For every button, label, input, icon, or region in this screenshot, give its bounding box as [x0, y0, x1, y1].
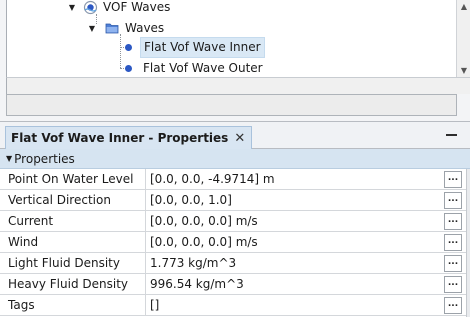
dot-icon	[125, 43, 132, 51]
property-value[interactable]: [0.0, 0.0, 0.0] m/s	[150, 211, 258, 231]
ellipsis-button[interactable]: ...	[444, 171, 462, 188]
scroll-up-arrow-icon[interactable]: ▲	[457, 0, 470, 12]
properties-group-header[interactable]: ▼ Properties	[0, 149, 470, 169]
property-name: Vertical Direction	[8, 193, 111, 207]
expand-triangle-icon[interactable]: ▼	[87, 23, 97, 33]
ellipsis-button[interactable]: ...	[444, 192, 462, 209]
tree-vertical-scrollbar[interactable]: ▲ ▼	[456, 0, 470, 77]
property-value[interactable]: [0.0, 0.0, 0.0] m/s	[150, 232, 258, 252]
property-name: Point On Water Level	[8, 172, 134, 186]
column-divider	[145, 253, 146, 273]
column-divider	[145, 295, 146, 315]
column-divider	[145, 190, 146, 210]
property-value[interactable]: 1.773 kg/m^3	[150, 253, 236, 273]
property-row-tags[interactable]: Tags [] ...	[0, 295, 470, 316]
property-value[interactable]: 996.54 kg/m^3	[150, 274, 244, 294]
property-row-point-on-water-level[interactable]: Point On Water Level [0.0, 0.0, -4.9714]…	[0, 169, 470, 190]
properties-tab-strip: Flat Vof Wave Inner - Properties ✕	[0, 122, 470, 149]
property-name: Light Fluid Density	[8, 256, 120, 270]
column-divider	[145, 169, 146, 189]
property-value[interactable]: [0.0, 0.0, 1.0]	[150, 190, 232, 210]
properties-scrollbar-track[interactable]	[466, 169, 470, 317]
property-value[interactable]: []	[150, 295, 159, 315]
property-row-heavy-fluid-density[interactable]: Heavy Fluid Density 996.54 kg/m^3 ...	[0, 274, 470, 295]
properties-tab-title: Flat Vof Wave Inner - Properties	[11, 131, 229, 145]
tree-item-vof-waves[interactable]: ▼ VOF Waves	[67, 0, 173, 17]
ellipsis-button[interactable]: ...	[444, 213, 462, 230]
tree-panel: ▼ VOF Waves ▼ Waves Flat Vof Wave Inner …	[0, 0, 470, 122]
tree-item-label: Flat Vof Wave Outer	[143, 60, 263, 75]
properties-tab[interactable]: Flat Vof Wave Inner - Properties ✕	[5, 126, 253, 149]
tree-item-label: Waves	[125, 20, 165, 35]
ellipsis-button[interactable]: ...	[444, 255, 462, 272]
tree-view[interactable]: ▼ VOF Waves ▼ Waves Flat Vof Wave Inner …	[6, 0, 456, 77]
properties-panel: Flat Vof Wave Inner - Properties ✕ ▼ Pro…	[0, 122, 470, 317]
property-name: Heavy Fluid Density	[8, 277, 129, 291]
properties-group-label: Properties	[14, 151, 75, 166]
expand-triangle-icon[interactable]: ▼	[67, 2, 77, 12]
property-name: Current	[8, 214, 54, 228]
close-icon[interactable]: ✕	[234, 131, 245, 146]
property-row-vertical-direction[interactable]: Vertical Direction [0.0, 0.0, 1.0] ...	[0, 190, 470, 211]
vof-waves-icon	[83, 0, 98, 15]
tree-item-label: VOF Waves	[103, 0, 171, 14]
property-sheet: Point On Water Level [0.0, 0.0, -4.9714]…	[0, 169, 470, 316]
column-divider	[145, 211, 146, 231]
collapse-triangle-icon[interactable]: ▼	[6, 154, 12, 163]
tree-horizontal-scrollbar[interactable]	[6, 77, 470, 94]
folder-icon	[105, 22, 119, 34]
property-name: Wind	[8, 235, 39, 249]
ellipsis-button[interactable]: ...	[444, 297, 462, 314]
property-name: Tags	[8, 298, 35, 312]
column-divider	[145, 274, 146, 294]
ellipsis-button[interactable]: ...	[444, 234, 462, 251]
tree-item-flat-vof-wave-outer[interactable]: Flat Vof Wave Outer	[125, 58, 266, 77]
minimize-icon[interactable]	[446, 134, 457, 136]
property-row-light-fluid-density[interactable]: Light Fluid Density 1.773 kg/m^3 ...	[0, 253, 470, 274]
tree-item-label: Flat Vof Wave Inner	[140, 36, 265, 58]
tree-connector	[120, 34, 121, 68]
tree-item-waves[interactable]: ▼ Waves	[87, 18, 167, 38]
property-row-current[interactable]: Current [0.0, 0.0, 0.0] m/s ...	[0, 211, 470, 232]
tree-status-bar	[6, 94, 457, 116]
column-divider	[145, 232, 146, 252]
property-row-wind[interactable]: Wind [0.0, 0.0, 0.0] m/s ...	[0, 232, 470, 253]
dot-icon	[125, 64, 132, 72]
property-value[interactable]: [0.0, 0.0, -4.9714] m	[150, 169, 275, 189]
tree-item-flat-vof-wave-inner[interactable]: Flat Vof Wave Inner	[125, 36, 265, 58]
scroll-down-arrow-icon[interactable]: ▼	[457, 64, 470, 76]
ellipsis-button[interactable]: ...	[444, 276, 462, 293]
